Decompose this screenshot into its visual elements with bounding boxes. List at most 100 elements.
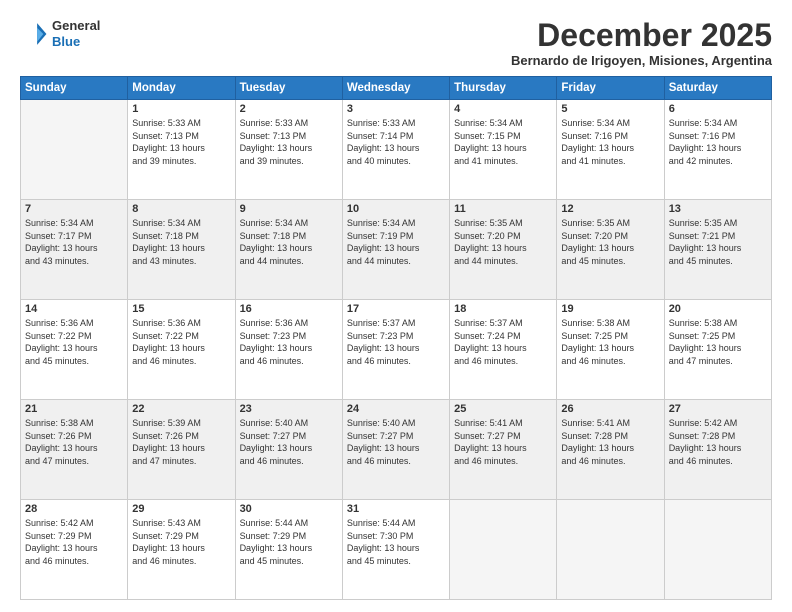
calendar-cell: 30Sunrise: 5:44 AM Sunset: 7:29 PM Dayli… xyxy=(235,500,342,600)
day-info: Sunrise: 5:43 AM Sunset: 7:29 PM Dayligh… xyxy=(132,517,230,567)
day-info: Sunrise: 5:42 AM Sunset: 7:29 PM Dayligh… xyxy=(25,517,123,567)
day-number: 28 xyxy=(25,503,123,515)
day-number: 11 xyxy=(454,203,552,215)
day-info: Sunrise: 5:34 AM Sunset: 7:15 PM Dayligh… xyxy=(454,117,552,167)
day-number: 15 xyxy=(132,303,230,315)
day-number: 23 xyxy=(240,403,338,415)
day-number: 22 xyxy=(132,403,230,415)
day-number: 14 xyxy=(25,303,123,315)
calendar-cell: 1 Sunrise: 5:33 AM Sunset: 7:13 PM Daylig… xyxy=(128,100,235,200)
day-number: 2 xyxy=(240,103,338,115)
day-number: 21 xyxy=(25,403,123,415)
day-info: Sunrise: 5:34 AM Sunset: 7:16 PM Dayligh… xyxy=(669,117,767,167)
week-row-5: 28 Sunrise: 5:42 AM Sunset: 7:29 PM Dayli… xyxy=(21,500,772,600)
day-info: Sunrise: 5:34 AM Sunset: 7:16 PM Dayligh… xyxy=(561,117,659,167)
calendar-cell xyxy=(664,500,771,600)
logo-icon xyxy=(20,20,48,48)
day-number: 16 xyxy=(240,303,338,315)
calendar-cell: 25Sunrise: 5:41 AM Sunset: 7:27 PM Dayli… xyxy=(450,400,557,500)
day-number: 5 xyxy=(561,103,659,115)
day-info: Sunrise: 5:33 AM Sunset: 7:13 PM Dayligh… xyxy=(132,117,230,167)
calendar-cell: 13 Sunrise: 5:35 AM Sunset: 7:21 PM Dayli… xyxy=(664,200,771,300)
calendar-cell: 24 Sunrise: 5:40 AM Sunset: 7:27 PM Dayli… xyxy=(342,400,449,500)
day-number: 12 xyxy=(561,203,659,215)
day-info: Sunrise: 5:36 AM Sunset: 7:22 PM Dayligh… xyxy=(25,317,123,367)
day-info: Sunrise: 5:39 AM Sunset: 7:26 PM Dayligh… xyxy=(132,417,230,467)
week-row-2: 7 Sunrise: 5:34 AM Sunset: 7:17 PM Daylig… xyxy=(21,200,772,300)
calendar-cell: 31Sunrise: 5:44 AM Sunset: 7:30 PM Dayli… xyxy=(342,500,449,600)
day-info: Sunrise: 5:35 AM Sunset: 7:20 PM Dayligh… xyxy=(561,217,659,267)
calendar-cell: 18Sunrise: 5:37 AM Sunset: 7:24 PM Dayli… xyxy=(450,300,557,400)
day-number: 20 xyxy=(669,303,767,315)
day-number: 26 xyxy=(561,403,659,415)
weekday-header-wednesday: Wednesday xyxy=(342,77,449,100)
day-info: Sunrise: 5:35 AM Sunset: 7:20 PM Dayligh… xyxy=(454,217,552,267)
day-info: Sunrise: 5:38 AM Sunset: 7:26 PM Dayligh… xyxy=(25,417,123,467)
calendar-cell: 29 Sunrise: 5:43 AM Sunset: 7:29 PM Dayli… xyxy=(128,500,235,600)
day-number: 6 xyxy=(669,103,767,115)
week-row-4: 21 Sunrise: 5:38 AM Sunset: 7:26 PM Dayli… xyxy=(21,400,772,500)
day-info: Sunrise: 5:42 AM Sunset: 7:28 PM Dayligh… xyxy=(669,417,767,467)
day-info: Sunrise: 5:44 AM Sunset: 7:29 PM Dayligh… xyxy=(240,517,338,567)
calendar-cell: 12 Sunrise: 5:35 AM Sunset: 7:20 PM Dayli… xyxy=(557,200,664,300)
calendar-cell: 27 Sunrise: 5:42 AM Sunset: 7:28 PM Dayli… xyxy=(664,400,771,500)
calendar-cell: 23Sunrise: 5:40 AM Sunset: 7:27 PM Dayli… xyxy=(235,400,342,500)
calendar-cell: 8 Sunrise: 5:34 AM Sunset: 7:18 PM Daylig… xyxy=(128,200,235,300)
calendar-table: SundayMondayTuesdayWednesdayThursdayFrid… xyxy=(20,76,772,600)
day-info: Sunrise: 5:34 AM Sunset: 7:18 PM Dayligh… xyxy=(132,217,230,267)
calendar-cell xyxy=(557,500,664,600)
weekday-header-saturday: Saturday xyxy=(664,77,771,100)
calendar-cell: 28 Sunrise: 5:42 AM Sunset: 7:29 PM Dayli… xyxy=(21,500,128,600)
page-header: General Blue December 2025 Bernardo de I… xyxy=(20,18,772,68)
calendar-cell: 2 Sunrise: 5:33 AM Sunset: 7:13 PM Daylig… xyxy=(235,100,342,200)
week-row-3: 14 Sunrise: 5:36 AM Sunset: 7:22 PM Dayli… xyxy=(21,300,772,400)
day-number: 8 xyxy=(132,203,230,215)
day-info: Sunrise: 5:33 AM Sunset: 7:14 PM Dayligh… xyxy=(347,117,445,167)
logo: General Blue xyxy=(20,18,100,49)
day-number: 1 xyxy=(132,103,230,115)
calendar-cell: 20 Sunrise: 5:38 AM Sunset: 7:25 PM Dayli… xyxy=(664,300,771,400)
calendar-cell xyxy=(21,100,128,200)
day-info: Sunrise: 5:34 AM Sunset: 7:18 PM Dayligh… xyxy=(240,217,338,267)
calendar-cell: 11 Sunrise: 5:35 AM Sunset: 7:20 PM Dayli… xyxy=(450,200,557,300)
location-subtitle: Bernardo de Irigoyen, Misiones, Argentin… xyxy=(511,53,772,68)
day-info: Sunrise: 5:37 AM Sunset: 7:23 PM Dayligh… xyxy=(347,317,445,367)
calendar-cell: 17 Sunrise: 5:37 AM Sunset: 7:23 PM Dayli… xyxy=(342,300,449,400)
day-number: 13 xyxy=(669,203,767,215)
calendar-cell: 19 Sunrise: 5:38 AM Sunset: 7:25 PM Dayli… xyxy=(557,300,664,400)
day-info: Sunrise: 5:34 AM Sunset: 7:17 PM Dayligh… xyxy=(25,217,123,267)
day-number: 18 xyxy=(454,303,552,315)
weekday-header-monday: Monday xyxy=(128,77,235,100)
day-info: Sunrise: 5:40 AM Sunset: 7:27 PM Dayligh… xyxy=(347,417,445,467)
day-info: Sunrise: 5:38 AM Sunset: 7:25 PM Dayligh… xyxy=(561,317,659,367)
day-number: 31 xyxy=(347,503,445,515)
day-number: 29 xyxy=(132,503,230,515)
day-number: 7 xyxy=(25,203,123,215)
day-number: 4 xyxy=(454,103,552,115)
day-info: Sunrise: 5:38 AM Sunset: 7:25 PM Dayligh… xyxy=(669,317,767,367)
day-info: Sunrise: 5:41 AM Sunset: 7:27 PM Dayligh… xyxy=(454,417,552,467)
calendar-cell: 26 Sunrise: 5:41 AM Sunset: 7:28 PM Dayli… xyxy=(557,400,664,500)
day-number: 24 xyxy=(347,403,445,415)
calendar-cell: 14 Sunrise: 5:36 AM Sunset: 7:22 PM Dayli… xyxy=(21,300,128,400)
logo-text: General Blue xyxy=(52,18,100,49)
calendar-cell: 15Sunrise: 5:36 AM Sunset: 7:22 PM Dayli… xyxy=(128,300,235,400)
calendar-cell: 16Sunrise: 5:36 AM Sunset: 7:23 PM Dayli… xyxy=(235,300,342,400)
calendar-cell xyxy=(450,500,557,600)
calendar-cell: 22 Sunrise: 5:39 AM Sunset: 7:26 PM Dayli… xyxy=(128,400,235,500)
calendar-cell: 21 Sunrise: 5:38 AM Sunset: 7:26 PM Dayli… xyxy=(21,400,128,500)
calendar-cell: 4 Sunrise: 5:34 AM Sunset: 7:15 PM Daylig… xyxy=(450,100,557,200)
weekday-header-thursday: Thursday xyxy=(450,77,557,100)
day-info: Sunrise: 5:33 AM Sunset: 7:13 PM Dayligh… xyxy=(240,117,338,167)
day-info: Sunrise: 5:35 AM Sunset: 7:21 PM Dayligh… xyxy=(669,217,767,267)
day-number: 17 xyxy=(347,303,445,315)
day-info: Sunrise: 5:34 AM Sunset: 7:19 PM Dayligh… xyxy=(347,217,445,267)
day-number: 19 xyxy=(561,303,659,315)
week-row-1: 1 Sunrise: 5:33 AM Sunset: 7:13 PM Daylig… xyxy=(21,100,772,200)
calendar-page: General Blue December 2025 Bernardo de I… xyxy=(0,0,792,612)
day-number: 3 xyxy=(347,103,445,115)
day-info: Sunrise: 5:41 AM Sunset: 7:28 PM Dayligh… xyxy=(561,417,659,467)
calendar-cell: 6 Sunrise: 5:34 AM Sunset: 7:16 PM Daylig… xyxy=(664,100,771,200)
weekday-header-friday: Friday xyxy=(557,77,664,100)
day-number: 27 xyxy=(669,403,767,415)
